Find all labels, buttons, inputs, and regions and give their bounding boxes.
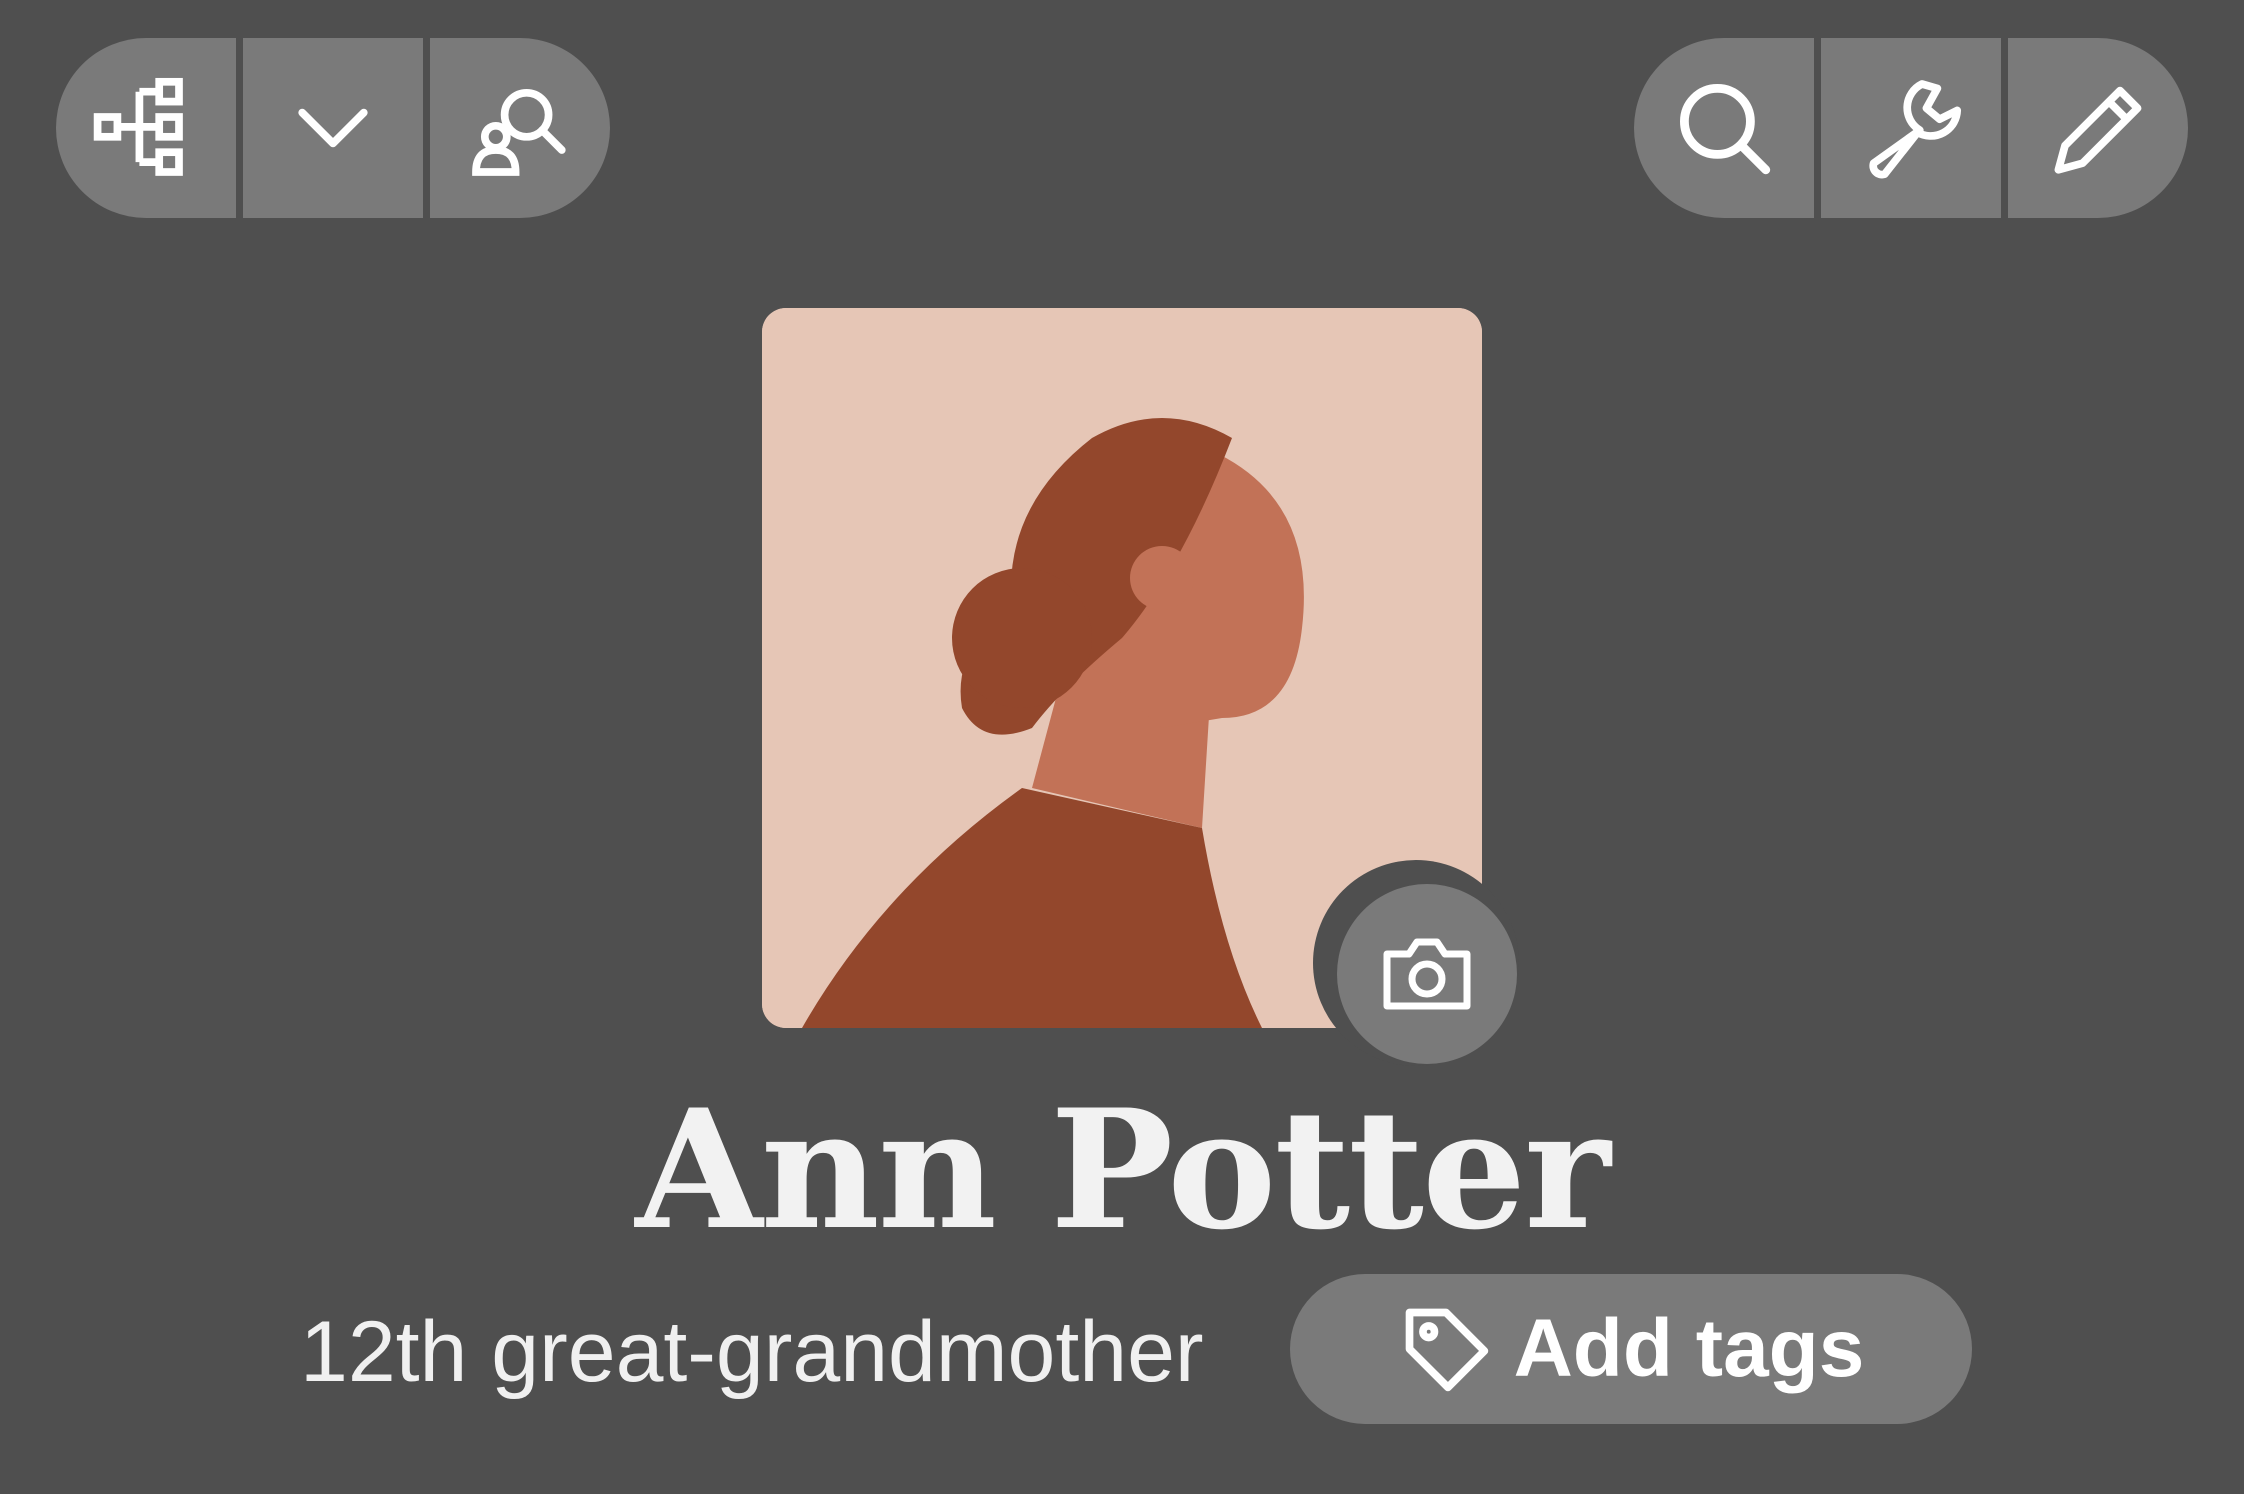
- expand-button[interactable]: [243, 38, 423, 218]
- add-photo-button[interactable]: [1337, 884, 1517, 1064]
- camera-icon: [1383, 938, 1471, 1010]
- add-tags-button[interactable]: Add tags: [1290, 1274, 1972, 1424]
- right-toolbar: [1634, 38, 2188, 218]
- family-tree-icon: [93, 77, 183, 176]
- edit-button[interactable]: [2008, 38, 2188, 218]
- pencil-icon: [2054, 86, 2142, 174]
- tag-icon: [1405, 1308, 1488, 1392]
- left-toolbar: [56, 38, 610, 218]
- chevron-down-icon: [298, 108, 368, 148]
- wrench-icon: [1869, 80, 1962, 179]
- tree-view-button[interactable]: [56, 38, 236, 218]
- person-search-icon: [472, 88, 566, 176]
- tools-button[interactable]: [1821, 38, 2001, 218]
- search-icon: [1680, 84, 1771, 175]
- search-button[interactable]: [1634, 38, 1814, 218]
- relationship-label: 12th great-grandmother: [300, 1304, 1204, 1400]
- search-person-button[interactable]: [430, 38, 610, 218]
- person-profile-screen: Ann Potter 12th great-grandmother Add ta…: [0, 0, 2244, 1494]
- person-name: Ann Potter: [635, 1073, 1610, 1266]
- add-tags-label: Add tags: [1513, 1303, 1865, 1394]
